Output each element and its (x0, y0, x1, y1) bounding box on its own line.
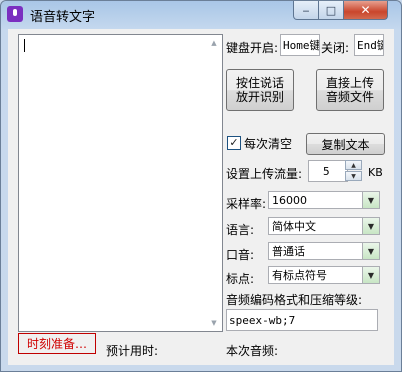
sample-rate-select[interactable]: 16000 ▼ (268, 191, 380, 209)
language-label: 语言: (226, 223, 255, 237)
current-audio-label: 本次音频: (226, 344, 279, 358)
upload-audio-button[interactable]: 直接上传 音频文件 (316, 69, 384, 111)
accent-select[interactable]: 普通话 ▼ (268, 242, 380, 260)
keyboard-close-label: 关闭: (321, 41, 350, 55)
app-window: 语音转文字 ‒ □ ✕ ▲ ▼ 键盘开启: Home键 关闭: End键 按住说… (0, 0, 402, 372)
transcript-scrollbar[interactable]: ▲ ▼ (206, 35, 222, 331)
punctuation-label: 标点: (226, 272, 255, 286)
keyboard-start-label: 键盘开启: (226, 41, 279, 55)
auto-clear-label: 每次清空 (244, 137, 293, 151)
estimated-time-label: 预计用时: (106, 344, 159, 358)
upload-rate-unit: KB (368, 166, 383, 179)
copy-text-button[interactable]: 复制文本 (306, 133, 385, 155)
hold-to-talk-label: 按住说话 放开识别 (235, 76, 284, 104)
maximize-button[interactable]: □ (318, 1, 344, 20)
transcript-textarea[interactable]: ▲ ▼ (18, 34, 223, 332)
client-area: ▲ ▼ 键盘开启: Home键 关闭: End键 按住说话 放开识别 直接上传 … (8, 29, 394, 365)
scroll-down-arrow-icon[interactable]: ▼ (206, 315, 222, 331)
language-value: 简体中文 (272, 220, 316, 233)
close-hotkey-field[interactable]: End键 (354, 34, 384, 56)
upload-rate-label: 设置上传流量: (226, 167, 303, 181)
timer-status-box: 时刻准备… (18, 333, 96, 354)
codec-input[interactable]: speex-wb;7 (226, 309, 378, 331)
chevron-down-icon[interactable]: ▼ (362, 243, 379, 259)
minimize-button[interactable]: ‒ (293, 1, 319, 20)
chevron-down-icon[interactable]: ▼ (362, 192, 379, 208)
punctuation-value: 有标点符号 (272, 269, 327, 282)
start-hotkey-field[interactable]: Home键 (280, 34, 320, 56)
codec-label: 音频编码格式和压缩等级: (226, 293, 363, 307)
window-title: 语音转文字 (30, 10, 96, 25)
chevron-down-icon[interactable]: ▼ (362, 218, 379, 234)
auto-clear-checkbox[interactable]: ✓ (227, 136, 241, 150)
scroll-up-arrow-icon[interactable]: ▲ (206, 35, 222, 51)
microphone-icon (7, 6, 23, 22)
punctuation-select[interactable]: 有标点符号 ▼ (268, 266, 380, 284)
upload-rate-input[interactable]: 5 (308, 160, 348, 182)
accent-value: 普通话 (272, 245, 305, 258)
sample-rate-label: 采样率: (226, 197, 267, 211)
close-button[interactable]: ✕ (343, 1, 388, 20)
spin-down-icon[interactable]: ▼ (345, 171, 362, 181)
language-select[interactable]: 简体中文 ▼ (268, 217, 380, 235)
title-bar[interactable]: 语音转文字 ‒ □ ✕ (1, 1, 401, 29)
text-caret (24, 39, 25, 52)
accent-label: 口音: (226, 248, 255, 262)
spin-up-icon[interactable]: ▲ (345, 160, 362, 170)
chevron-down-icon[interactable]: ▼ (362, 267, 379, 283)
sample-rate-value: 16000 (272, 193, 307, 207)
upload-audio-label: 直接上传 音频文件 (325, 76, 374, 104)
hold-to-talk-button[interactable]: 按住说话 放开识别 (226, 69, 294, 111)
